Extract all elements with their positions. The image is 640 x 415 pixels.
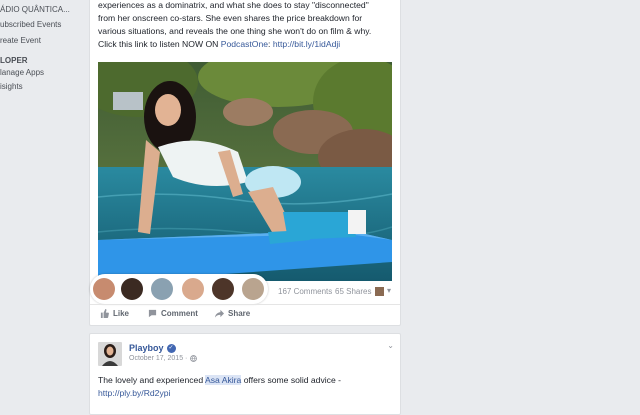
reactions-bar[interactable] (90, 274, 268, 304)
reactor-avatar[interactable] (93, 278, 115, 300)
post-photo-image (98, 62, 392, 281)
post-actions: Like Comment Share (90, 304, 400, 325)
verified-badge-icon: ✓ (166, 343, 176, 353)
sidebar-item-subscribed-events[interactable]: ubscribed Events (0, 20, 61, 29)
page-name[interactable]: Playboy ✓ (129, 343, 176, 353)
post-url-link[interactable]: http://ply.by/Rd2ypi (98, 388, 170, 398)
comments-count[interactable]: 167 Comments (278, 287, 332, 296)
post-cta: Click this link to listen NOW ON Podcast… (98, 38, 393, 51)
post-text-line: experiences as a dominatrix, and what sh… (98, 0, 369, 10)
post-photo[interactable] (98, 62, 392, 281)
reactor-avatar[interactable] (182, 278, 204, 300)
comment-icon (148, 309, 157, 318)
viewer-avatar (375, 287, 384, 296)
post-text-suffix: offers some solid advice - (241, 375, 341, 385)
left-sidebar: ÁDIO QUÂNTICA... ubscribed Events reate … (0, 0, 80, 400)
reactor-avatar[interactable] (212, 278, 234, 300)
post-options-chevron-icon[interactable]: ⌄ (387, 341, 394, 350)
globe-icon (190, 355, 198, 362)
shares-count[interactable]: 65 Shares (335, 287, 371, 296)
sidebar-item-insights[interactable]: isights (0, 82, 23, 91)
cta-text: Click this link to listen NOW ON (98, 39, 221, 49)
sidebar-item-create-event[interactable]: reate Event (0, 36, 41, 45)
feed-post: experiences as a dominatrix, and what sh… (89, 0, 401, 326)
like-label: Like (113, 309, 130, 318)
comment-button[interactable]: Comment (148, 309, 198, 318)
reactor-avatar[interactable] (242, 278, 264, 300)
podcast-url-link[interactable]: http://bit.ly/1idAdji (273, 39, 340, 49)
reactor-avatar[interactable] (121, 278, 143, 300)
post-text: The lovely and experienced Asa Akira off… (98, 374, 393, 400)
share-icon (215, 309, 224, 318)
post-text: experiences as a dominatrix, and what sh… (98, 0, 393, 51)
post-date[interactable]: October 17, 2015 · (129, 355, 187, 362)
post-text-prefix: The lovely and experienced (98, 375, 206, 385)
post-text-line: from her onscreen co-stars. She even sha… (98, 13, 363, 23)
thumbs-up-icon (100, 309, 109, 318)
podcastone-link[interactable]: PodcastOne (221, 39, 268, 49)
page-avatar-image (98, 342, 122, 366)
sidebar-section-developer: LOPER (0, 56, 28, 65)
share-label: Share (228, 309, 251, 318)
sidebar-item-manage-apps[interactable]: lanage Apps (0, 68, 44, 77)
reactor-avatar[interactable] (151, 278, 173, 300)
like-button[interactable]: Like (100, 309, 129, 318)
page-name-label[interactable]: Playboy (129, 343, 164, 353)
comment-label: Comment (161, 309, 198, 318)
share-button[interactable]: Share (215, 309, 250, 318)
post-text-line: various situations, and reveals the one … (98, 26, 372, 36)
chevron-down-icon[interactable]: ▾ (387, 286, 391, 295)
mention-link[interactable]: Asa Akira (205, 375, 242, 385)
sidebar-item-radio[interactable]: ÁDIO QUÂNTICA... (0, 5, 70, 14)
page-avatar[interactable] (98, 342, 122, 366)
feed-post: Playboy ✓ October 17, 2015 · ⌄ The lovel… (89, 333, 401, 415)
post-timestamp[interactable]: October 17, 2015 · (129, 355, 198, 362)
